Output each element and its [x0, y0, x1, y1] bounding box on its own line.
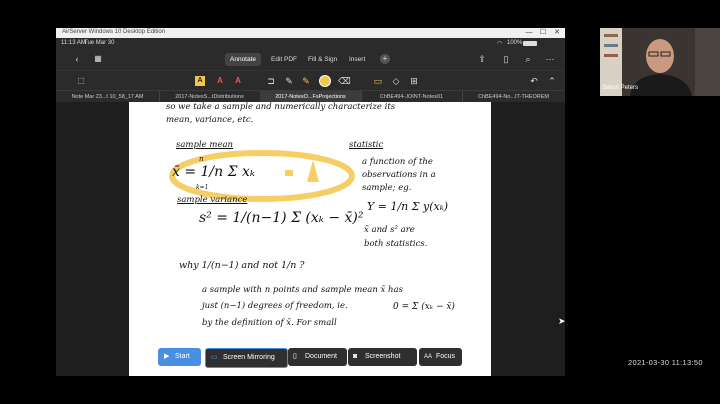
document-canvas: so we take a sample and numerically char…: [56, 102, 565, 376]
focus-icon: AA: [424, 354, 433, 360]
play-icon: ▶: [164, 353, 170, 360]
statistic-def-3: sample; eg.: [362, 183, 412, 193]
both-statistics-2: both statistics.: [364, 239, 428, 249]
tab-annotate[interactable]: Annotate: [225, 53, 262, 66]
screenshot-button[interactable]: ◙ Screenshot: [348, 348, 417, 366]
underline-text-icon[interactable]: A: [214, 76, 226, 86]
highlighter-icon[interactable]: ✎: [300, 76, 312, 86]
share-icon[interactable]: ⇪: [476, 54, 488, 64]
monitor-icon: ▭: [211, 354, 218, 361]
text-box-icon[interactable]: ⊞: [408, 76, 420, 86]
wifi-icon: ◠: [497, 41, 503, 47]
timestamp: 2021-03-30 11:13:50: [628, 358, 703, 367]
add-icon[interactable]: +: [380, 54, 390, 64]
notes-page[interactable]: so we take a sample and numerically char…: [129, 102, 491, 376]
statistic-def-2: observations in a: [362, 170, 436, 180]
eraser-icon[interactable]: ⌫: [338, 76, 351, 86]
variance-formula: s² = 1/(n−1) Σ (xₖ − x̄)²: [199, 210, 364, 226]
annotation-toolbar: ⬚ A A A ⊐ ✎ ✎ ⌫ ▭ ◇ ⊞ ↶ ⌃: [56, 70, 565, 91]
camera-icon: ◙: [353, 353, 358, 360]
battery-icon: [523, 41, 537, 46]
grid-view-icon[interactable]: ▦: [92, 54, 104, 64]
answer-line-3: by the definition of x̄. For small: [202, 318, 337, 328]
select-icon[interactable]: ⬚: [75, 76, 87, 86]
maximize-button[interactable]: ☐: [536, 28, 550, 38]
start-button[interactable]: ▶ Start: [158, 348, 201, 366]
more-icon[interactable]: ⋯: [544, 54, 556, 64]
collapse-icon[interactable]: ⌃: [546, 76, 558, 86]
pen-icon[interactable]: ✎: [283, 76, 295, 86]
answer-line-2: just (n−1) degrees of freedom, ie.: [202, 301, 348, 311]
tab-fill-sign[interactable]: Fill & Sign: [303, 53, 342, 66]
tab-edit-pdf[interactable]: Edit PDF: [266, 53, 302, 66]
sample-variance-label: sample variance: [177, 195, 248, 205]
both-statistics-1: x̄ and s² are: [364, 225, 415, 235]
document-icon: ▯: [293, 353, 297, 360]
book-icon[interactable]: ▯: [500, 54, 512, 64]
strikethrough-text-icon[interactable]: A: [232, 76, 244, 86]
main-toolbar: ‹ ▦ Annotate Edit PDF Fill & Sign Insert…: [56, 49, 565, 70]
window-title: AirServer Windows 10 Desktop Edition: [62, 29, 166, 35]
statistic-def-1: a function of the: [362, 157, 433, 167]
note-icon[interactable]: ▭: [372, 76, 384, 86]
answer-line-1: a sample with n points and sample mean x…: [202, 285, 403, 295]
notes-line-1: so we take a sample and numerically char…: [166, 102, 396, 112]
color-picker-icon[interactable]: [319, 75, 331, 87]
sum-top: n: [199, 155, 204, 163]
window-titlebar: AirServer Windows 10 Desktop Edition — ☐…: [56, 28, 565, 38]
mean-formula: x̄ = 1/n Σ xₖ: [172, 164, 255, 180]
focus-button[interactable]: AA Focus: [419, 348, 462, 366]
back-icon[interactable]: ‹: [71, 54, 83, 64]
notes-line-2: mean, variance, etc.: [166, 115, 254, 125]
app-window: AirServer Windows 10 Desktop Edition — ☐…: [56, 28, 565, 376]
shapes-icon[interactable]: ◇: [390, 76, 402, 86]
ipad-status-bar: 11:13 AM Tue Mar 30 ◠ 100%: [56, 38, 565, 49]
lasso-icon[interactable]: ⊐: [265, 76, 277, 86]
screen-mirroring-button[interactable]: ▭ Screen Mirroring: [205, 348, 288, 368]
status-time: 11:13 AM: [61, 40, 86, 46]
document-button[interactable]: ▯ Document: [288, 348, 347, 366]
sum-bottom: k=1: [196, 184, 209, 191]
mouse-cursor-icon: ➤: [558, 316, 566, 326]
statistic-label: statistic: [349, 140, 384, 150]
undo-icon[interactable]: ↶: [528, 76, 540, 86]
close-button[interactable]: ✕: [550, 28, 564, 38]
status-date: Tue Mar 30: [84, 40, 115, 46]
highlight-text-icon[interactable]: A: [195, 76, 205, 86]
y-formula: Y = 1/n Σ y(xₖ): [367, 200, 449, 213]
minimize-button[interactable]: —: [522, 28, 536, 38]
status-battery: 100%: [507, 40, 523, 46]
sample-mean-label: sample mean: [176, 140, 234, 150]
webcam-name: Baron Peters: [603, 85, 639, 91]
tab-insert[interactable]: Insert: [344, 53, 370, 66]
answer-formula: 0 = Σ (xₖ − x̄): [393, 302, 455, 312]
question-line: why 1/(n−1) and not 1/n ?: [179, 260, 305, 271]
search-icon[interactable]: ⌕: [522, 54, 534, 64]
